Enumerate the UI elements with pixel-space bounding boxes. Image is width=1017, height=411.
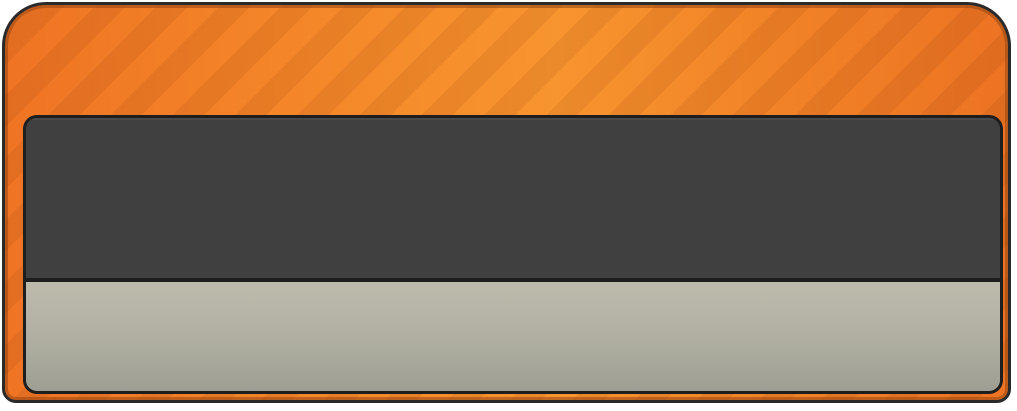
dark-display-area <box>26 118 1000 278</box>
light-display-area <box>26 282 1000 391</box>
display-frame <box>23 115 1003 394</box>
panel-title <box>45 31 968 91</box>
orange-panel <box>2 2 1011 403</box>
